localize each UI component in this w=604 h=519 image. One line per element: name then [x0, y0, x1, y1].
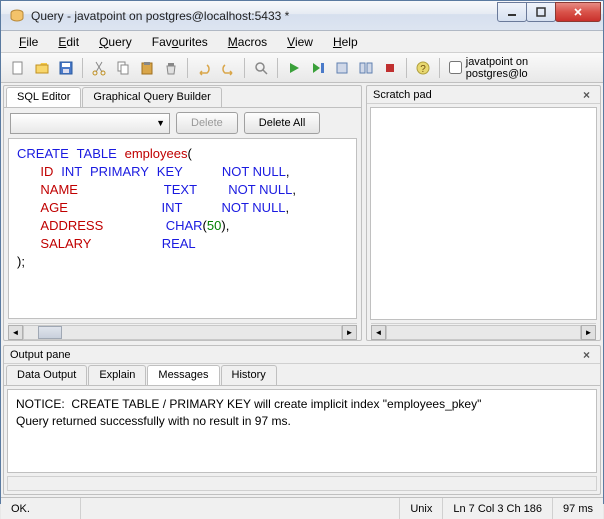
execute-pgscript-icon[interactable] [307, 57, 329, 79]
scroll-right-icon[interactable]: ► [342, 325, 357, 340]
tab-history[interactable]: History [221, 365, 277, 385]
window-title: Query - javatpoint on postgres@localhost… [31, 9, 498, 23]
prev-queries-dropdown[interactable]: ▼ [10, 113, 170, 134]
scratchpad-textarea[interactable] [370, 107, 597, 320]
menu-favourites[interactable]: Favourites [144, 33, 216, 51]
menu-view[interactable]: View [279, 33, 321, 51]
status-time: 97 ms [553, 498, 603, 519]
delete-all-button[interactable]: Delete All [244, 112, 320, 134]
scroll-left-icon[interactable]: ◄ [371, 325, 386, 340]
open-icon[interactable] [31, 57, 53, 79]
explain-icon[interactable] [331, 57, 353, 79]
db-label: javatpoint on postgres@lo [466, 56, 593, 80]
toolbar: ? javatpoint on postgres@lo [1, 53, 603, 83]
execute-icon[interactable] [283, 57, 305, 79]
tab-messages[interactable]: Messages [147, 365, 219, 385]
delete-button[interactable]: Delete [176, 112, 238, 134]
paste-icon[interactable] [136, 57, 158, 79]
svg-text:?: ? [420, 64, 426, 75]
redo-icon[interactable] [217, 57, 239, 79]
output-close-icon[interactable]: × [579, 348, 594, 362]
scratchpad-panel: Scratch pad × ◄ ► [366, 85, 601, 341]
tab-explain[interactable]: Explain [88, 365, 146, 385]
query-window: Query - javatpoint on postgres@localhost… [0, 0, 604, 504]
status-ok: OK. [1, 498, 81, 519]
menu-query[interactable]: Query [91, 33, 140, 51]
database-selector[interactable]: javatpoint on postgres@lo [445, 56, 597, 80]
messages-area[interactable]: NOTICE: CREATE TABLE / PRIMARY KEY will … [7, 389, 597, 473]
cut-icon[interactable] [88, 57, 110, 79]
maximize-button[interactable] [526, 2, 556, 22]
tab-sql-editor[interactable]: SQL Editor [6, 87, 81, 107]
minimize-button[interactable] [497, 2, 527, 22]
app-icon [9, 8, 25, 24]
menu-bar: File Edit Query Favourites Macros View H… [1, 31, 603, 53]
tab-graphical-builder[interactable]: Graphical Query Builder [82, 87, 221, 107]
output-pane: Output pane × Data Output Explain Messag… [3, 345, 601, 495]
status-bar: OK. Unix Ln 7 Col 3 Ch 186 97 ms [1, 497, 603, 519]
explain-analyze-icon[interactable] [355, 57, 377, 79]
output-hscroll[interactable] [7, 476, 597, 491]
editor-panel: SQL Editor Graphical Query Builder ▼ Del… [3, 85, 362, 341]
scroll-right-icon[interactable]: ► [581, 325, 596, 340]
undo-icon[interactable] [193, 57, 215, 79]
help-icon[interactable]: ? [412, 57, 434, 79]
output-tabs: Data Output Explain Messages History [4, 364, 600, 386]
scroll-left-icon[interactable]: ◄ [8, 325, 23, 340]
status-encoding: Unix [400, 498, 443, 519]
scroll-thumb[interactable] [38, 326, 62, 339]
clear-icon[interactable] [160, 57, 182, 79]
menu-macros[interactable]: Macros [220, 33, 275, 51]
save-icon[interactable] [55, 57, 77, 79]
status-position: Ln 7 Col 3 Ch 186 [443, 498, 553, 519]
db-checkbox[interactable] [449, 61, 462, 74]
scratch-hscroll[interactable]: ◄ ► [371, 323, 596, 340]
editor-tabs: SQL Editor Graphical Query Builder [4, 86, 361, 108]
tab-data-output[interactable]: Data Output [6, 365, 87, 385]
editor-hscroll[interactable]: ◄ ► [8, 323, 357, 340]
close-button[interactable] [555, 2, 601, 22]
menu-edit[interactable]: Edit [50, 33, 87, 51]
title-bar[interactable]: Query - javatpoint on postgres@localhost… [1, 1, 603, 31]
cancel-icon[interactable] [379, 57, 401, 79]
find-icon[interactable] [250, 57, 272, 79]
status-spacer [81, 498, 400, 519]
scratchpad-close-icon[interactable]: × [579, 88, 594, 102]
output-title: Output pane [10, 349, 71, 361]
menu-help[interactable]: Help [325, 33, 366, 51]
new-icon[interactable] [7, 57, 29, 79]
scratchpad-title: Scratch pad [373, 89, 432, 101]
copy-icon[interactable] [112, 57, 134, 79]
window-controls [498, 2, 601, 24]
menu-file[interactable]: File [11, 33, 46, 51]
sql-editor[interactable]: CREATE TABLE employees( ID INT PRIMARY K… [8, 138, 357, 319]
